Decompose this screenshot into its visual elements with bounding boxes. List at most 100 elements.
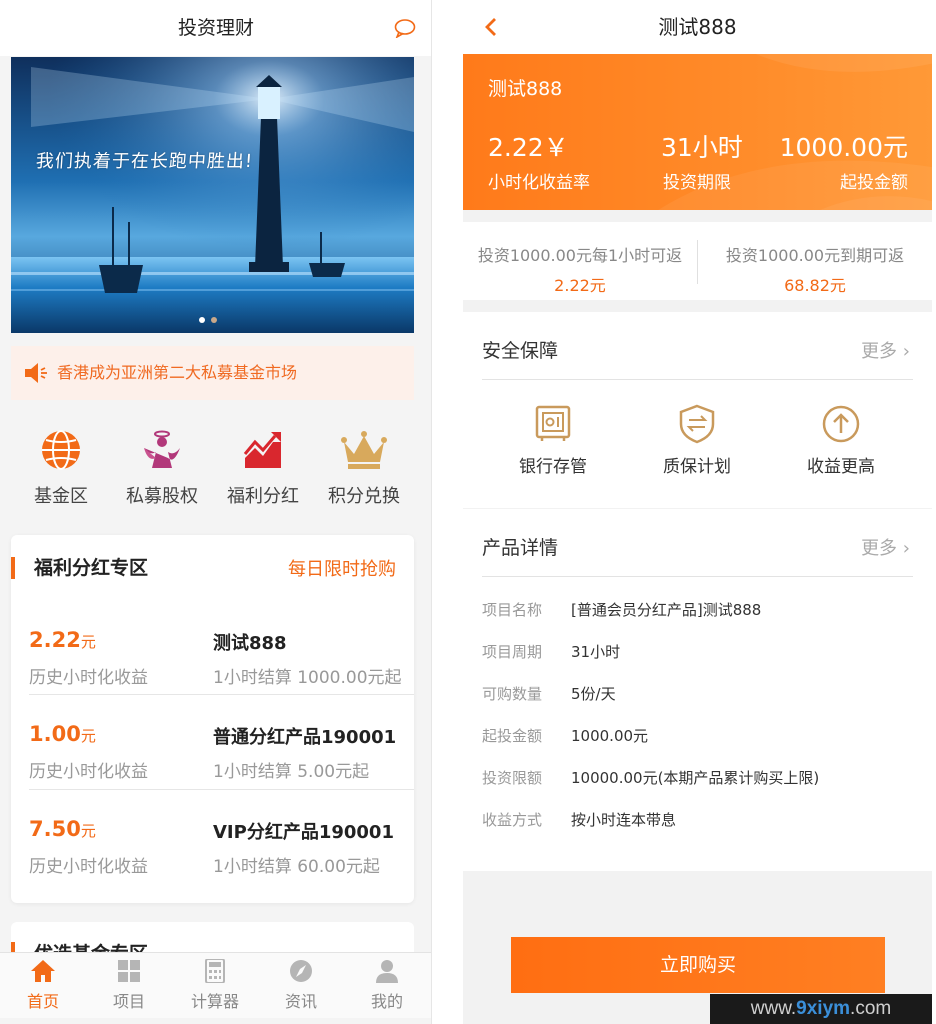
menu-label: 私募股权 — [126, 486, 198, 507]
product-item[interactable]: 1.00元 历史小时化收益 普通分红产品190001 1小时结算 5.00元起 — [11, 694, 414, 789]
security-more-link[interactable]: 更多 › — [861, 337, 910, 363]
carousel-dots[interactable] — [199, 308, 223, 327]
notice-text: 香港成为亚洲第二大私募基金市场 — [57, 363, 298, 382]
product-name: 测试888 — [213, 633, 287, 654]
rate-value: 2.22 — [29, 628, 81, 652]
feature-higher-return: 收益更高 — [771, 404, 911, 477]
section-more-link[interactable]: 每日限时抢购 — [288, 555, 396, 581]
product-item[interactable]: 7.50元 历史小时化收益 VIP分红产品190001 1小时结算 60.00元… — [11, 789, 414, 884]
menu-item-points[interactable]: 积分兑换 — [314, 420, 414, 508]
feature-label: 收益更高 — [807, 457, 875, 477]
banner-carousel[interactable]: 我们执着于在长跑中胜出! — [11, 57, 414, 333]
tab-label: 资讯 — [284, 992, 317, 1011]
tab-news[interactable]: 资讯 — [258, 953, 344, 1019]
detail-value: 1000.00元 — [571, 727, 649, 745]
return-per-hour: 投资1000.00元每1小时可返 2.22元 — [463, 222, 697, 300]
top-bar: 投资理财 — [0, 0, 431, 56]
menu-item-dividend[interactable]: 福利分红 — [213, 420, 313, 508]
page-title: 测试888 — [658, 15, 737, 39]
tab-home[interactable]: 首页 — [0, 953, 86, 1019]
menu-item-private-equity[interactable]: 私募股权 — [112, 420, 212, 508]
carousel-dot[interactable] — [211, 317, 217, 323]
rate-value: 7.50 — [29, 817, 81, 841]
rate-unit: 元 — [80, 727, 96, 745]
carousel-dot-active[interactable] — [199, 317, 205, 323]
detail-key: 项目周期 — [482, 643, 543, 661]
detail-value: 5份/天 — [571, 685, 616, 703]
section-accent-bar — [11, 557, 15, 579]
section-title: 安全保障 — [482, 340, 559, 362]
rate-unit: 元 — [80, 633, 96, 651]
section-title: 产品详情 — [482, 537, 559, 559]
crown-icon — [341, 431, 387, 469]
product-desc: 1小时结算 60.00元起 — [213, 857, 380, 877]
more-label: 更多 — [861, 341, 898, 362]
product-item[interactable]: 2.22元 历史小时化收益 测试888 1小时结算 1000.00元起 — [11, 600, 414, 695]
dividend-section: 福利分红专区 每日限时抢购 2.22元 历史小时化收益 测试888 1小时结算 … — [11, 535, 414, 903]
hourly-rate-label: 小时化收益率 — [488, 173, 590, 193]
back-arrow-icon[interactable] — [483, 16, 499, 38]
chevron-right-icon: › — [902, 538, 910, 559]
speaker-icon — [25, 363, 47, 383]
detail-key: 起投金额 — [482, 727, 543, 745]
product-rate: 2.22元 — [29, 628, 96, 652]
tab-projects[interactable]: 项目 — [86, 953, 172, 1019]
period-value: 31小时 — [661, 133, 743, 162]
hourly-rate-value: 2.22￥ — [488, 133, 569, 162]
tab-label: 首页 — [26, 992, 59, 1011]
more-label: 更多 — [861, 538, 898, 559]
divider — [482, 576, 913, 577]
watermark-part: 9xiym — [796, 998, 851, 1019]
watermark-part: www. — [750, 998, 797, 1019]
section-title: 福利分红专区 — [34, 557, 149, 579]
product-detail-screen: 测试888 测试888 2.22￥ 小时化收益率 31小时 投资期限 1000.… — [463, 0, 932, 1024]
feature-guarantee: 质保计划 — [627, 404, 767, 477]
product-desc: 1小时结算 1000.00元起 — [213, 668, 402, 688]
rate-label: 历史小时化收益 — [29, 762, 148, 782]
message-icon[interactable] — [394, 18, 416, 38]
detail-value: 10000.00元(本期产品累计购买上限) — [571, 769, 820, 787]
product-rate: 1.00元 — [29, 722, 96, 746]
details-more-link[interactable]: 更多 › — [861, 534, 910, 560]
page-title: 投资理财 — [177, 17, 254, 39]
divider — [29, 694, 414, 695]
watermark: www.9xiym.com — [710, 994, 932, 1024]
tab-profile[interactable]: 我的 — [344, 953, 430, 1019]
tab-calculator[interactable]: 计算器 — [172, 953, 258, 1019]
product-summary-banner: 测试888 2.22￥ 小时化收益率 31小时 投资期限 1000.00元 起投… — [463, 54, 932, 210]
feature-label: 质保计划 — [663, 457, 731, 477]
return-text: 投资1000.00元到期可返 — [725, 246, 905, 265]
detail-value: [普通会员分红产品]测试888 — [571, 601, 762, 619]
buy-now-button[interactable]: 立即购买 — [511, 937, 885, 993]
angel-icon — [144, 430, 180, 468]
period-label: 投资期限 — [663, 173, 731, 193]
top-bar: 测试888 — [463, 0, 932, 54]
detail-value: 31小时 — [571, 643, 621, 661]
detail-key: 收益方式 — [482, 811, 543, 829]
product-rate: 7.50元 — [29, 817, 96, 841]
arrow-up-icon — [822, 405, 860, 443]
detail-key: 投资限额 — [482, 769, 543, 787]
globe-icon — [42, 430, 80, 470]
user-icon — [376, 960, 398, 983]
grid-icon — [118, 960, 140, 982]
returns-summary: 投资1000.00元每1小时可返 2.22元 投资1000.00元到期可返 68… — [463, 222, 932, 300]
product-name: 普通分红产品190001 — [213, 727, 397, 748]
detail-key: 项目名称 — [482, 601, 543, 619]
min-amount-label: 起投金额 — [840, 173, 908, 193]
divider — [482, 379, 913, 380]
trend-chart-icon — [243, 432, 281, 468]
min-amount-value: 1000.00元 — [779, 133, 908, 162]
compass-icon — [290, 960, 312, 982]
rate-unit: 元 — [80, 822, 96, 840]
detail-key: 可购数量 — [482, 685, 543, 703]
tab-label: 项目 — [112, 992, 145, 1011]
product-details-section: 产品详情 更多 › 项目名称 [普通会员分红产品]测试888 项目周期 31小时 可… — [463, 509, 932, 871]
feature-bank-custody: 银行存管 — [483, 404, 623, 477]
notice-bar[interactable]: 香港成为亚洲第二大私募基金市场 — [11, 346, 414, 400]
return-value: 2.22元 — [554, 276, 606, 295]
quick-menu: 基金区 私募股权 福利分红 积分兑换 — [0, 420, 431, 516]
calculator-icon — [205, 959, 225, 983]
menu-item-fund[interactable]: 基金区 — [11, 420, 111, 508]
banner-slogan: 我们执着于在长跑中胜出! — [35, 151, 254, 172]
